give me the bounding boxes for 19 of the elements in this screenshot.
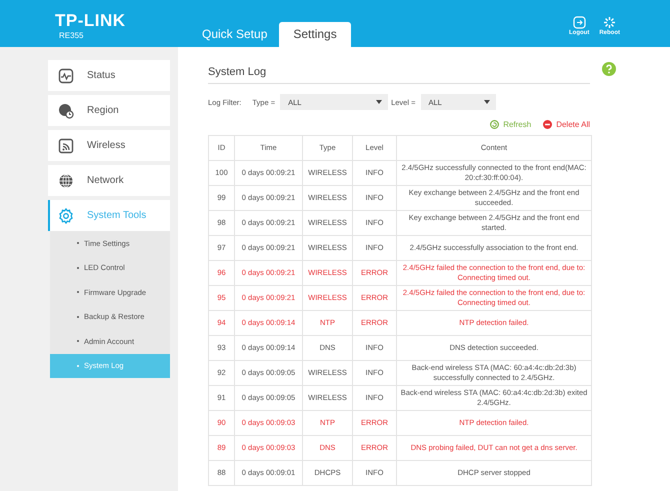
sidebar-item[interactable]: Wireless xyxy=(48,130,170,161)
reboot-icon xyxy=(603,16,616,29)
delete-button[interactable]: Delete All xyxy=(543,120,590,129)
logo: TP-LINK xyxy=(55,12,127,30)
model-name: RE355 xyxy=(59,30,84,42)
delete-icon xyxy=(543,120,552,129)
pulse-icon xyxy=(58,68,74,84)
sidebar-item[interactable]: Region xyxy=(48,95,170,126)
sidebar-item[interactable]: Network xyxy=(48,165,170,196)
gear-icon xyxy=(58,208,74,224)
sidebar-item[interactable]: Status xyxy=(48,60,170,91)
wifi-icon xyxy=(58,138,74,154)
nav-tab[interactable]: Settings xyxy=(279,22,351,47)
logout-icon xyxy=(572,16,586,29)
help-icon[interactable] xyxy=(602,62,616,76)
globe-clock-icon xyxy=(58,102,74,118)
page-title: System Log xyxy=(208,66,590,84)
globe-icon xyxy=(58,172,74,188)
refresh-icon xyxy=(490,120,500,129)
